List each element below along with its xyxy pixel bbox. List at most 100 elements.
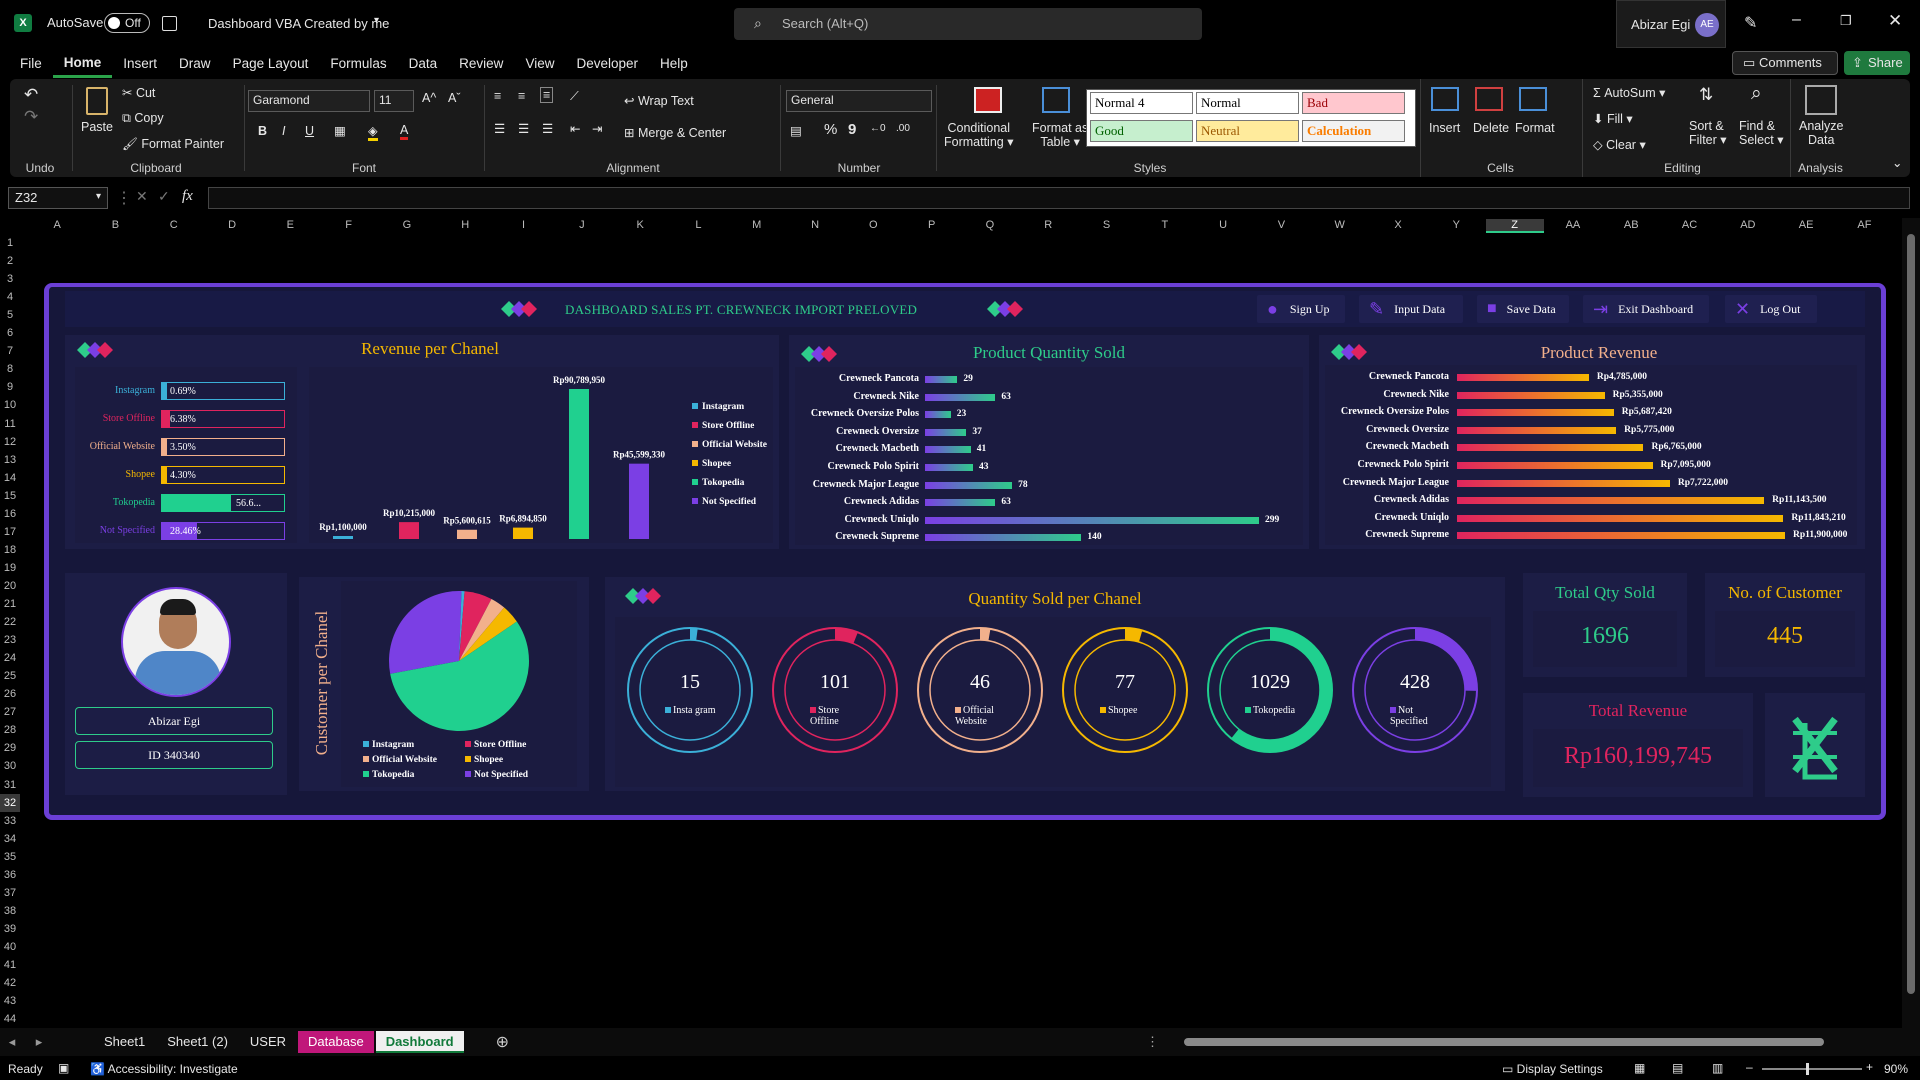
row-header[interactable]: 2 (0, 252, 20, 270)
row-header[interactable]: 32 (0, 793, 20, 812)
row-header[interactable]: 4 (0, 288, 20, 306)
cancel-icon[interactable]: ✕ (136, 188, 148, 205)
format-cells-button[interactable]: Format (1515, 121, 1555, 135)
column-header[interactable]: AB (1602, 219, 1660, 231)
column-header[interactable]: V (1252, 219, 1310, 231)
search-box[interactable]: ⌕ Search (Alt+Q) (734, 8, 1202, 40)
prev-sheet-icon[interactable]: ◂ (0, 1034, 24, 1050)
comma-button[interactable]: 9 (848, 121, 856, 138)
menu-data[interactable]: Data (398, 50, 449, 78)
input-data-button[interactable]: ✎ Input Data (1359, 295, 1463, 323)
fill-color-icon[interactable]: ◈ (368, 123, 378, 141)
exit-dashboard-button[interactable]: ⇥ Exit Dashboard (1583, 295, 1709, 323)
style-calculation[interactable]: Calculation (1302, 120, 1405, 142)
menu-insert[interactable]: Insert (112, 50, 168, 78)
sheet-tab-sheet1-2[interactable]: Sheet1 (2) (157, 1031, 238, 1053)
align-center-icon[interactable]: ☰ (518, 121, 529, 136)
font-name-select[interactable]: Garamond (248, 90, 370, 112)
column-header[interactable]: X (1369, 219, 1427, 231)
analyze-data-icon[interactable] (1805, 85, 1837, 115)
row-header[interactable]: 28 (0, 721, 20, 739)
delete-cells-button[interactable]: Delete (1473, 121, 1509, 135)
align-right-icon[interactable]: ☰ (542, 121, 553, 136)
increase-decimal-icon[interactable]: ←0 (870, 123, 886, 134)
add-sheet-icon[interactable]: ⊕ (496, 1032, 509, 1052)
paste-button[interactable]: Paste (81, 120, 113, 134)
style-normal[interactable]: Normal (1196, 92, 1299, 114)
row-header[interactable]: 6 (0, 324, 20, 342)
number-format-select[interactable]: General (786, 90, 932, 112)
normal-view-icon[interactable]: ▦ (1634, 1061, 1645, 1075)
row-header[interactable]: 25 (0, 667, 20, 685)
borders-icon[interactable]: ▦ (334, 123, 346, 138)
column-header[interactable]: E (261, 219, 319, 231)
zoom-in-icon[interactable]: + (1866, 1060, 1873, 1074)
column-header[interactable]: AA (1544, 219, 1602, 231)
log-out-button[interactable]: ✕ Log Out (1725, 295, 1817, 323)
row-header[interactable]: 10 (0, 396, 20, 414)
zoom-slider-thumb[interactable] (1806, 1063, 1809, 1075)
row-header[interactable]: 40 (0, 938, 20, 956)
delete-cells-icon[interactable] (1475, 87, 1503, 111)
column-header[interactable]: F (320, 219, 378, 231)
style-good[interactable]: Good (1090, 120, 1193, 142)
row-header[interactable]: 7 (0, 342, 20, 360)
fill-button[interactable]: ⬇ Fill ▾ (1593, 111, 1633, 126)
row-header[interactable]: 1 (0, 234, 20, 252)
percent-button[interactable]: % (824, 121, 837, 138)
row-header[interactable]: 24 (0, 649, 20, 667)
vertical-scrollbar[interactable] (1902, 218, 1920, 1028)
column-header[interactable]: AC (1660, 219, 1718, 231)
autosave-toggle[interactable]: Off (104, 13, 150, 33)
menu-formulas[interactable]: Formulas (319, 50, 397, 78)
column-header[interactable]: T (1136, 219, 1194, 231)
column-header[interactable]: I (494, 219, 552, 231)
row-header[interactable]: 31 (0, 776, 20, 794)
analyze-data-button[interactable]: Analyze Data (1799, 119, 1843, 147)
menu-home[interactable]: Home (52, 50, 113, 78)
column-header[interactable]: D (203, 219, 261, 231)
zoom-level[interactable]: 90% (1884, 1062, 1908, 1076)
cut-button[interactable]: ✂ Cut (122, 85, 155, 100)
grow-font-icon[interactable]: A^ (422, 91, 436, 105)
shrink-font-icon[interactable]: Aˇ (448, 91, 461, 105)
menu-help[interactable]: Help (649, 50, 699, 78)
account-button[interactable]: Abizar Egi AE (1616, 0, 1726, 48)
row-header[interactable]: 36 (0, 866, 20, 884)
menu-page-layout[interactable]: Page Layout (222, 50, 320, 78)
column-header[interactable]: C (145, 219, 203, 231)
format-table-icon[interactable] (1042, 87, 1070, 113)
row-header[interactable]: 12 (0, 433, 20, 451)
column-header[interactable]: H (436, 219, 494, 231)
column-header[interactable]: O (844, 219, 902, 231)
row-header[interactable]: 30 (0, 757, 20, 775)
align-top-icon[interactable]: ≡ (494, 89, 501, 103)
row-header[interactable]: 3 (0, 270, 20, 288)
hscroll-thumb[interactable] (1184, 1038, 1824, 1046)
clear-button[interactable]: ◇ Clear ▾ (1593, 137, 1646, 152)
decrease-indent-icon[interactable]: ⇤ (570, 121, 580, 136)
find-icon[interactable]: ⌕ (1751, 83, 1762, 105)
horizontal-scrollbar[interactable] (1168, 1038, 1898, 1046)
conditional-formatting-button[interactable]: Conditional Formatting ▾ (944, 121, 1014, 149)
document-title[interactable]: Dashboard VBA Created by me (208, 16, 389, 31)
align-left-icon[interactable]: ☰ (494, 121, 505, 136)
bold-button[interactable]: B (258, 124, 267, 138)
pen-icon[interactable]: ✎ (1744, 13, 1757, 33)
row-header[interactable]: 20 (0, 577, 20, 595)
menu-view[interactable]: View (514, 50, 565, 78)
row-header[interactable]: 34 (0, 830, 20, 848)
sign-up-button[interactable]: ● Sign Up (1257, 295, 1345, 323)
row-header[interactable]: 9 (0, 378, 20, 396)
column-header[interactable]: AF (1835, 219, 1893, 231)
row-header[interactable]: 17 (0, 523, 20, 541)
next-sheet-icon[interactable]: ▸ (24, 1034, 54, 1050)
name-box[interactable]: Z32 ▾ (8, 187, 108, 209)
undo-icon[interactable]: ↶ (24, 85, 38, 105)
share-button[interactable]: ⇪ Share (1844, 51, 1910, 75)
comments-button[interactable]: ▭ Comments (1732, 51, 1838, 75)
collapse-ribbon-icon[interactable]: ⌄ (1892, 155, 1902, 170)
column-header[interactable]: N (786, 219, 844, 231)
sheet-tab-database[interactable]: Database (298, 1031, 374, 1053)
find-select-button[interactable]: Find & Select ▾ (1739, 119, 1784, 147)
